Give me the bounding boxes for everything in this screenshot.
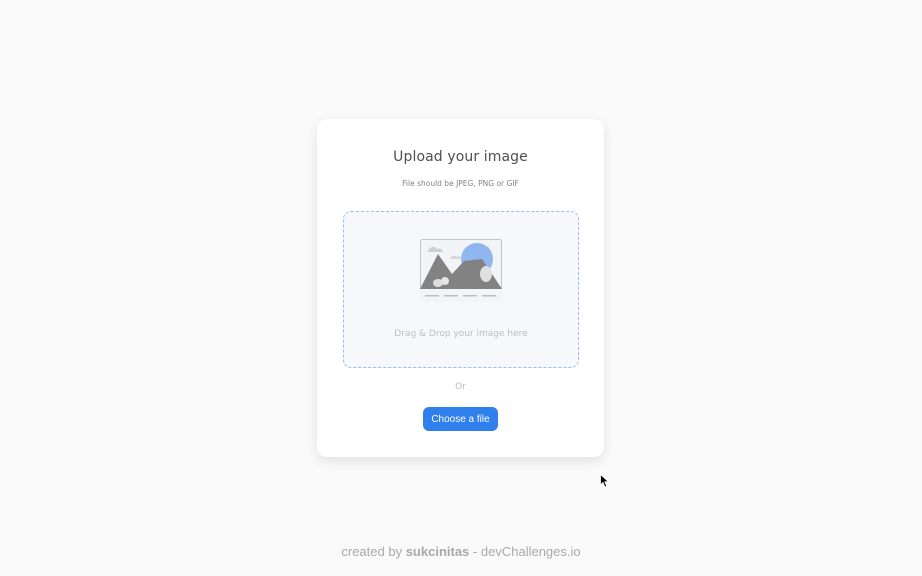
mouse-pointer-icon <box>600 474 610 488</box>
footer-separator: - <box>472 544 478 559</box>
file-type-hint: File should be JPEG, PNG or GIF <box>402 179 519 188</box>
footer-site[interactable]: devChallenges.io <box>481 544 581 559</box>
footer-author[interactable]: sukcinitas <box>406 544 470 559</box>
page: Upload your image File should be JPEG, P… <box>0 0 922 576</box>
footer-prefix: created by <box>341 544 403 559</box>
footer: created by sukcinitas - devChallenges.io <box>0 544 922 559</box>
choose-file-button[interactable]: Choose a file <box>423 407 498 431</box>
image-placeholder-icon <box>420 239 502 302</box>
or-separator: Or <box>455 382 466 392</box>
dropzone[interactable]: Drag & Drop your image here <box>343 211 579 368</box>
upload-card: Upload your image File should be JPEG, P… <box>317 119 604 457</box>
upload-title: Upload your image <box>393 149 528 165</box>
dropzone-label: Drag & Drop your image here <box>394 329 528 339</box>
